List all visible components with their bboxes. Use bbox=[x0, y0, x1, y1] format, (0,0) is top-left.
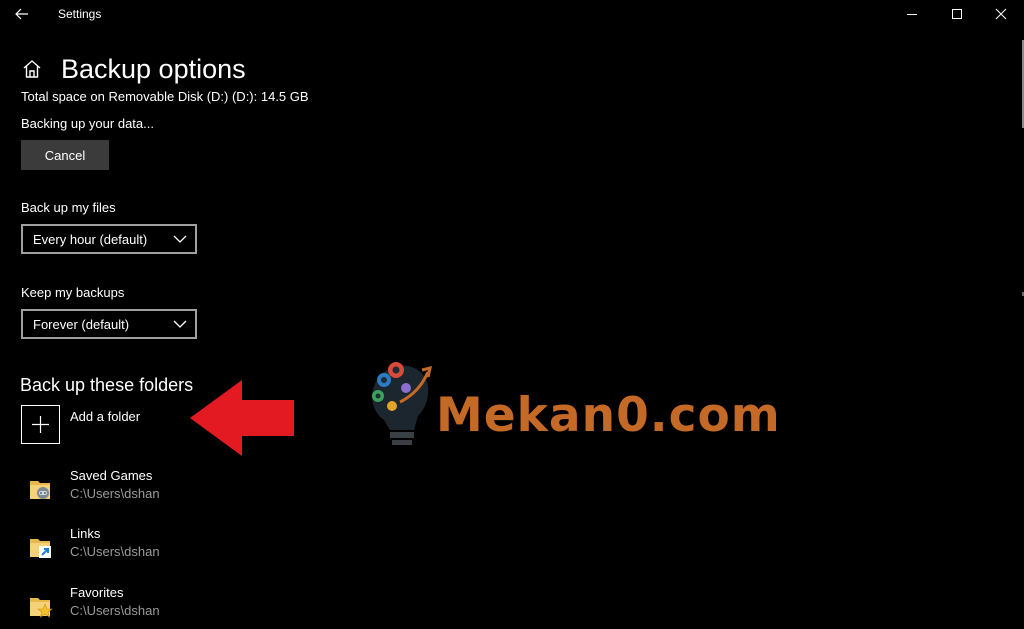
folder-path: C:\Users\dshan bbox=[70, 544, 160, 559]
home-icon bbox=[23, 60, 41, 78]
folders-section-title: Back up these folders bbox=[20, 375, 194, 395]
keep-backups-label: Keep my backups bbox=[21, 285, 125, 300]
watermark-text: Mekan0.com bbox=[436, 388, 781, 443]
app-title: Settings bbox=[58, 7, 102, 21]
maximize-button[interactable] bbox=[934, 0, 980, 28]
folder-item-favorites[interactable]: Favorites C:\Users\dshan bbox=[21, 585, 321, 629]
folder-item-links[interactable]: Links C:\Users\dshan bbox=[21, 526, 321, 570]
plus-box bbox=[21, 405, 60, 444]
back-arrow-icon bbox=[15, 8, 28, 20]
add-folder-label: Add a folder bbox=[70, 409, 141, 424]
close-icon bbox=[995, 8, 1007, 20]
cancel-button[interactable]: Cancel bbox=[21, 140, 109, 170]
folder-path: C:\Users\dshan bbox=[70, 486, 160, 501]
page-title: Backup options bbox=[61, 54, 246, 84]
chevron-down-icon bbox=[173, 320, 187, 328]
backup-frequency-label: Back up my files bbox=[21, 200, 116, 215]
watermark: Mekan0.com bbox=[362, 350, 782, 460]
title-bar: Settings bbox=[0, 0, 1024, 28]
total-space-info: Total space on Removable Disk (D:) (D:):… bbox=[21, 89, 309, 104]
keep-backups-dropdown[interactable]: Forever (default) bbox=[21, 309, 197, 339]
folder-item-saved-games[interactable]: Saved Games C:\Users\dshan bbox=[21, 468, 321, 512]
home-button[interactable] bbox=[21, 58, 43, 80]
folder-name: Saved Games bbox=[70, 468, 153, 483]
plus-icon bbox=[32, 416, 49, 433]
favorites-folder-icon bbox=[30, 598, 53, 618]
links-folder-icon bbox=[30, 539, 51, 558]
minimize-button[interactable] bbox=[889, 0, 935, 28]
keep-backups-value: Forever (default) bbox=[33, 317, 130, 332]
watermark-logo-icon bbox=[372, 362, 432, 445]
settings-window: Settings Backup options Total space on R bbox=[0, 0, 1024, 629]
folder-name: Links bbox=[70, 526, 101, 541]
backup-frequency-value: Every hour (default) bbox=[33, 232, 148, 247]
annotation-arrow-icon bbox=[190, 380, 294, 456]
close-button[interactable] bbox=[978, 0, 1024, 28]
backup-frequency-dropdown[interactable]: Every hour (default) bbox=[21, 224, 197, 254]
backup-status-text: Backing up your data... bbox=[21, 116, 154, 131]
minimize-icon bbox=[907, 14, 917, 15]
chevron-down-icon bbox=[173, 235, 187, 243]
maximize-icon bbox=[952, 9, 962, 19]
saved-games-folder-icon bbox=[30, 481, 50, 499]
back-button[interactable] bbox=[8, 2, 36, 26]
folder-name: Favorites bbox=[70, 585, 124, 600]
folder-path: C:\Users\dshan bbox=[70, 603, 160, 618]
